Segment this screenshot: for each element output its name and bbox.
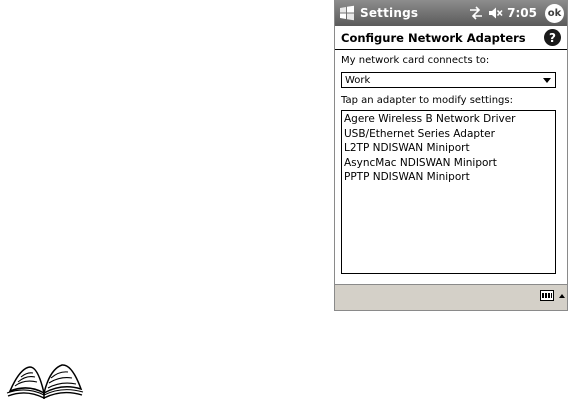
manual-page: Settings 7:05 ok Configure Network Adapt… xyxy=(0,0,569,404)
list-item[interactable]: USB/Ethernet Series Adapter xyxy=(342,127,555,142)
open-book-note-icon xyxy=(4,362,86,402)
page-title: Configure Network Adapters xyxy=(341,30,526,45)
pocket-pc-screen: Settings 7:05 ok Configure Network Adapt… xyxy=(334,0,568,311)
list-item[interactable]: Agere Wireless B Network Driver xyxy=(342,112,555,127)
connects-to-label: My network card connects to: xyxy=(341,55,490,66)
windows-flag-icon[interactable] xyxy=(337,3,357,23)
keyboard-icon[interactable] xyxy=(540,290,554,301)
list-item[interactable]: L2TP NDISWAN Miniport xyxy=(342,141,555,156)
speaker-muted-icon[interactable] xyxy=(487,5,503,21)
title-bar: Settings 7:05 ok xyxy=(335,0,567,26)
connectivity-icon[interactable] xyxy=(468,5,484,21)
adapter-list-label: Tap an adapter to modify settings: xyxy=(341,95,513,106)
network-dropdown-value: Work xyxy=(345,74,371,86)
network-dropdown[interactable]: Work xyxy=(341,72,556,88)
input-panel-arrow-icon[interactable] xyxy=(559,294,565,298)
list-item[interactable]: PPTP NDISWAN Miniport xyxy=(342,170,555,185)
app-title: Settings xyxy=(360,6,419,20)
chevron-down-icon xyxy=(543,77,551,83)
adapter-list[interactable]: Agere Wireless B Network Driver USB/Ethe… xyxy=(341,110,556,274)
ok-button[interactable]: ok xyxy=(545,3,564,23)
command-bar xyxy=(335,284,567,310)
help-icon[interactable]: ? xyxy=(544,29,561,46)
page-heading: Configure Network Adapters ? xyxy=(335,26,567,50)
list-item[interactable]: AsyncMac NDISWAN Miniport xyxy=(342,156,555,171)
clock[interactable]: 7:05 xyxy=(507,6,537,20)
